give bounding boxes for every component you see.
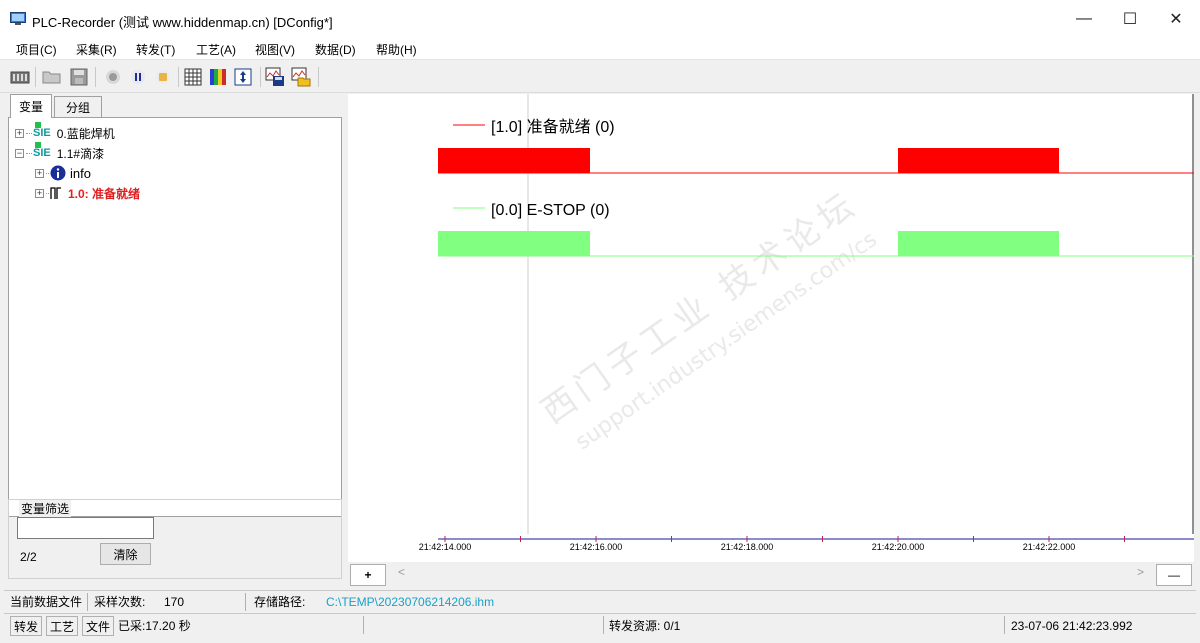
watermark: 西门子工业 技术论坛 support.industry.siemens.com/… (534, 183, 882, 455)
tree-node-signal[interactable]: + 1.0: 准备就绪 (35, 184, 140, 202)
window-title: PLC-Recorder (测试 www.hiddenmap.cn) [DCon… (32, 15, 333, 30)
tree-node-0[interactable]: + SIE 0.蓝能焊机 (15, 122, 115, 142)
time-label: 21:42:16.000 (570, 542, 623, 552)
storage-path-label: 存储路径: (254, 595, 306, 609)
forward-indicator[interactable]: 转发 (10, 616, 43, 636)
menu-help[interactable]: 帮助(H) (376, 41, 417, 58)
tree-node-label: 0.蓝能焊机 (56, 126, 115, 141)
expand-icon[interactable]: + (15, 128, 24, 138)
collapse-icon[interactable]: − (15, 148, 24, 158)
file-indicator[interactable]: 文件 (82, 616, 115, 636)
signal-1-pulse (898, 148, 1059, 173)
siemens-plc-icon: SIE (33, 142, 51, 159)
menu-project[interactable]: 项目(C) (16, 41, 57, 58)
tab-groups[interactable]: 分组 (54, 96, 102, 118)
expand-icon[interactable]: + (35, 188, 44, 198)
chart-controls: + < > — (348, 562, 1194, 588)
watermark-cn: 西门子工业 技术论坛 (534, 183, 866, 432)
scroll-right-icon[interactable]: > (1137, 565, 1144, 579)
digital-signal-icon (50, 186, 62, 200)
time-label: 21:42:18.000 (721, 542, 774, 552)
variable-tree: + SIE 0.蓝能焊机 − SIE 1.1#滴漆 + info + 1.0: … (8, 117, 342, 517)
status-bar-runtime: 转发 工艺 文件 已采:17.20 秒 转发资源: 0/1 23-07-06 2… (4, 613, 1196, 637)
signal-1-pulse (438, 148, 590, 173)
tree-node-label: 1.0: 准备就绪 (68, 186, 141, 201)
grid-icon[interactable] (183, 67, 203, 87)
time-label: 21:42:20.000 (872, 542, 925, 552)
stop-icon[interactable] (153, 67, 173, 87)
open-config-icon[interactable] (291, 67, 311, 87)
sample-count-label: 采样次数: (94, 595, 146, 609)
save-icon[interactable] (69, 67, 89, 87)
color-palette-icon[interactable] (208, 67, 228, 87)
tree-node-label: info (70, 165, 91, 181)
filter-label: 变量筛选 (19, 500, 72, 517)
menu-forward[interactable]: 转发(T) (136, 41, 175, 58)
menu-acquire[interactable]: 采集(R) (76, 41, 117, 58)
current-file-label: 当前数据文件 (10, 595, 83, 609)
legend-signal-1: [1.0] 准备就绪 (0) (491, 118, 615, 136)
plc-rack-icon[interactable] (10, 67, 30, 87)
save-config-icon[interactable] (265, 67, 285, 87)
maximize-button[interactable]: ☐ (1107, 0, 1153, 38)
remove-chart-button[interactable]: — (1156, 564, 1192, 586)
clear-button[interactable]: 清除 (100, 543, 151, 565)
sample-count-value: 170 (164, 594, 185, 609)
menu-data[interactable]: 数据(D) (315, 41, 356, 58)
scroll-left-icon[interactable]: < (398, 565, 405, 579)
time-axis: 21:42:14.000 21:42:16.000 21:42:18.000 2… (348, 534, 1194, 562)
process-indicator[interactable]: 工艺 (46, 616, 79, 636)
add-chart-button[interactable]: + (350, 564, 386, 586)
forward-resource: 转发资源: 0/1 (609, 619, 681, 633)
left-panel: 变量 分组 + SIE 0.蓝能焊机 − SIE 1.1#滴漆 + info + (4, 94, 346, 584)
toolbar (0, 61, 1200, 93)
menu-bar: 项目(C) 采集(R) 转发(T) 工艺(A) 视图(V) 数据(D) 帮助(H… (0, 38, 1200, 60)
title-bar: PLC-Recorder (测试 www.hiddenmap.cn) [DCon… (0, 0, 1200, 38)
record-icon[interactable] (103, 67, 123, 87)
chart-area[interactable]: 西门子工业 技术论坛 support.industry.siemens.com/… (348, 94, 1194, 534)
variable-filter-group: 变量筛选 2/2 清除 (8, 499, 342, 579)
signal-2-pulse (438, 231, 590, 256)
close-button[interactable]: ✕ (1153, 0, 1199, 38)
time-label: 21:42:14.000 (419, 542, 472, 552)
status-bar-file: 当前数据文件 采样次数: 170 存储路径: C:\TEMP\202307062… (4, 590, 1196, 612)
tree-node-info[interactable]: + info (35, 164, 91, 182)
open-folder-icon[interactable] (42, 67, 62, 87)
storage-path-value[interactable]: C:\TEMP\20230706214206.ihm (326, 591, 494, 612)
elapsed-time: 已采:17.20 秒 (118, 619, 191, 633)
expand-icon[interactable]: + (35, 168, 44, 178)
menu-process[interactable]: 工艺(A) (196, 41, 236, 58)
siemens-plc-icon: SIE (33, 122, 51, 139)
signal-chart: 西门子工业 技术论坛 support.industry.siemens.com/… (438, 94, 1194, 534)
legend-signal-2: [0.0] E-STOP (0) (491, 202, 610, 219)
menu-view[interactable]: 视图(V) (255, 41, 295, 58)
tree-node-label: 1.1#滴漆 (56, 146, 105, 161)
vertical-resize-icon[interactable] (233, 67, 253, 87)
signal-2-pulse (898, 231, 1059, 256)
status-timestamp: 23-07-06 21:42:23.992 (1011, 618, 1133, 633)
filter-input[interactable] (17, 517, 154, 539)
pause-icon[interactable] (128, 67, 148, 87)
tab-variables[interactable]: 变量 (10, 94, 52, 118)
info-icon (50, 165, 66, 181)
time-label: 21:42:22.000 (1023, 542, 1076, 552)
minimize-button[interactable]: — (1061, 0, 1107, 38)
tree-node-1[interactable]: − SIE 1.1#滴漆 (15, 142, 105, 162)
filter-count: 2/2 (20, 550, 37, 564)
app-icon (10, 12, 26, 26)
